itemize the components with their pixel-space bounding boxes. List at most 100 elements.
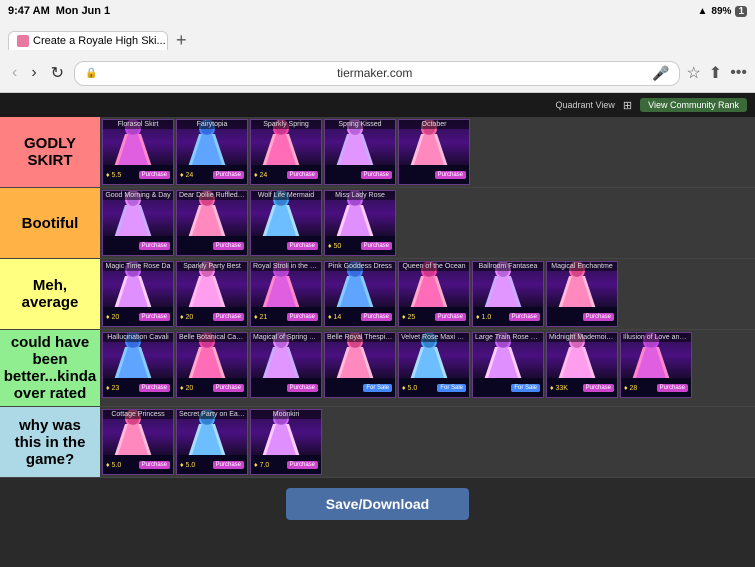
tier-row-couldhave: could have been better...kinda over rate…: [0, 330, 755, 407]
card-action-btn[interactable]: Purchase: [361, 242, 392, 250]
page-toolbar: Quadrant View ⊞ View Community Rank: [0, 93, 755, 117]
tier-row-bootiful: Bootiful Good Morning & DayPurchase Dear…: [0, 188, 755, 259]
card-action-btn[interactable]: Purchase: [287, 171, 318, 179]
tier-row-meh: Meh, average Magic Time Rose Da♦ 20Purch…: [0, 259, 755, 330]
share-btn[interactable]: ⬆: [709, 63, 722, 83]
address-bar[interactable]: 🔒 tiermaker.com 🎤: [74, 61, 680, 86]
main-content: Quadrant View ⊞ View Community Rank GODL…: [0, 93, 755, 567]
card-action-btn[interactable]: Purchase: [361, 171, 392, 179]
nav-actions: ☆ ⬆ •••: [686, 63, 747, 83]
card-action-btn[interactable]: Purchase: [213, 384, 244, 392]
reload-btn[interactable]: ↻: [47, 61, 68, 85]
tab-bar: Create a Royale High Ski... ✕ +: [0, 22, 755, 54]
card-title: Velvet Rose Maxi Skirt: [399, 333, 469, 342]
grid-icon: ⊞: [623, 99, 632, 112]
tier-item[interactable]: Cottage Princess♦ 5.0Purchase: [102, 409, 174, 475]
card-action-btn[interactable]: Purchase: [435, 313, 466, 321]
card-action-btn[interactable]: For Sale: [511, 384, 540, 392]
tier-item[interactable]: Florasol Skirt♦ 5.5Purchase: [102, 119, 174, 185]
card-title: Wolf Life Mermaid: [251, 191, 321, 200]
save-row: Save/Download: [0, 478, 755, 540]
card-action-btn[interactable]: Purchase: [287, 313, 318, 321]
tier-item[interactable]: Sparkly Party Best♦ 20Purchase: [176, 261, 248, 327]
tier-item[interactable]: Spring KissedPurchase: [324, 119, 396, 185]
tier-item[interactable]: Miss Lady Rose ♦ 50 Purchase: [324, 190, 396, 256]
tier-label-why: why was this in the game?: [0, 407, 100, 477]
card-action-btn[interactable]: Purchase: [213, 313, 244, 321]
tier-item[interactable]: Belle Royal ThespianFor Sale: [324, 332, 396, 398]
card-action-btn[interactable]: Purchase: [287, 461, 318, 469]
tier-item[interactable]: Sparkly Spring ♦ 24 Purchase: [250, 119, 322, 185]
card-action-btn[interactable]: Purchase: [361, 313, 392, 321]
tier-item[interactable]: Wolf Life Mermaid Purchase: [250, 190, 322, 256]
content-scroll[interactable]: GODLY SKIRT Florasol Skirt♦ 5.5Purchase …: [0, 117, 755, 567]
card-title: Moonkiri: [251, 410, 321, 419]
tier-item[interactable]: Velvet Rose Maxi Skirt♦ 5.0For Sale: [398, 332, 470, 398]
card-action-btn[interactable]: Purchase: [435, 171, 466, 179]
tier-item[interactable]: Secret Party on Earth♦ 5.0Purchase: [176, 409, 248, 475]
card-action-btn[interactable]: For Sale: [363, 384, 392, 392]
card-action-btn[interactable]: Purchase: [213, 242, 244, 250]
card-action-btn[interactable]: Purchase: [657, 384, 688, 392]
tier-item[interactable]: Dear Dollie Ruffled SkPurchase: [176, 190, 248, 256]
card-price: ♦ 7.0: [254, 462, 269, 469]
more-btn[interactable]: •••: [730, 64, 747, 82]
card-action-btn[interactable]: Purchase: [139, 242, 170, 250]
card-price: ♦ 14: [328, 314, 341, 321]
tier-item[interactable]: Illusion of Love and ...♦ 28Purchase: [620, 332, 692, 398]
tier-item[interactable]: OctoberPurchase: [398, 119, 470, 185]
tier-label-godly: GODLY SKIRT: [0, 117, 100, 187]
card-action-btn[interactable]: Purchase: [287, 384, 318, 392]
card-title: Magical of Spring Cott: [251, 333, 321, 342]
card-price: ♦ 25: [402, 314, 415, 321]
tier-items-why: Cottage Princess♦ 5.0Purchase Secret Par…: [100, 407, 755, 477]
back-btn[interactable]: ‹: [8, 62, 21, 84]
tier-item[interactable]: Hallucination Cavali♦ 23Purchase: [102, 332, 174, 398]
tier-item[interactable]: Magical Enchantme Purchase: [546, 261, 618, 327]
tier-item[interactable]: Large Train Rose MajeFor Sale: [472, 332, 544, 398]
card-title: Miss Lady Rose: [325, 191, 395, 200]
card-price: ♦ 23: [106, 385, 119, 392]
card-action-btn[interactable]: Purchase: [139, 384, 170, 392]
card-action-btn[interactable]: Purchase: [287, 242, 318, 250]
card-action-btn[interactable]: For Sale: [437, 384, 466, 392]
card-action-btn[interactable]: Purchase: [139, 313, 170, 321]
card-price: ♦ 20: [180, 314, 193, 321]
tier-list: GODLY SKIRT Florasol Skirt♦ 5.5Purchase …: [0, 117, 755, 478]
tier-label-bootiful: Bootiful: [0, 188, 100, 258]
tier-label-meh: Meh, average: [0, 259, 100, 329]
card-action-btn[interactable]: Purchase: [509, 313, 540, 321]
card-title: Cottage Princess: [103, 410, 173, 419]
tier-item[interactable]: Moonkiri ♦ 7.0 Purchase: [250, 409, 322, 475]
url-text: tiermaker.com: [102, 66, 648, 80]
card-title: Magical Enchantme: [547, 262, 617, 271]
card-action-btn[interactable]: Purchase: [213, 461, 244, 469]
tier-item[interactable]: Good Morning & DayPurchase: [102, 190, 174, 256]
tier-item[interactable]: Royal Stroll in the Ga♦ 21Purchase: [250, 261, 322, 327]
tier-item[interactable]: Fairytopia♦ 24Purchase: [176, 119, 248, 185]
card-action-btn[interactable]: Purchase: [583, 384, 614, 392]
tier-item[interactable]: Belle Botanical Cascad♦ 20Purchase: [176, 332, 248, 398]
tier-item[interactable]: Pink Goddess Dress♦ 14Purchase: [324, 261, 396, 327]
tier-item[interactable]: Magical of Spring Cott Purchase: [250, 332, 322, 398]
tab-favicon: [17, 35, 29, 47]
active-tab[interactable]: Create a Royale High Ski... ✕: [8, 31, 168, 50]
tab-count: 1: [735, 6, 747, 17]
card-action-btn[interactable]: Purchase: [139, 171, 170, 179]
bookmark-btn[interactable]: ☆: [686, 63, 700, 83]
card-title: Sparkly Spring: [251, 120, 321, 129]
tier-item[interactable]: Midnight Mademoisell♦ 33KPurchase: [546, 332, 618, 398]
new-tab-btn[interactable]: +: [172, 30, 191, 51]
card-price: ♦ 24: [254, 172, 267, 179]
tier-item[interactable]: Ballroom Fantasea♦ 1.0Purchase: [472, 261, 544, 327]
card-action-btn[interactable]: Purchase: [213, 171, 244, 179]
forward-btn[interactable]: ›: [27, 62, 40, 84]
tier-item[interactable]: Queen of the Ocean♦ 25Purchase: [398, 261, 470, 327]
card-action-btn[interactable]: Purchase: [583, 313, 614, 321]
card-action-btn[interactable]: Purchase: [139, 461, 170, 469]
save-download-btn[interactable]: Save/Download: [286, 488, 469, 520]
card-title: Midnight Mademoisell: [547, 333, 617, 342]
tier-item[interactable]: Magic Time Rose Da♦ 20Purchase: [102, 261, 174, 327]
card-price: ♦ 50: [328, 243, 341, 250]
community-rank-btn[interactable]: View Community Rank: [640, 98, 747, 112]
